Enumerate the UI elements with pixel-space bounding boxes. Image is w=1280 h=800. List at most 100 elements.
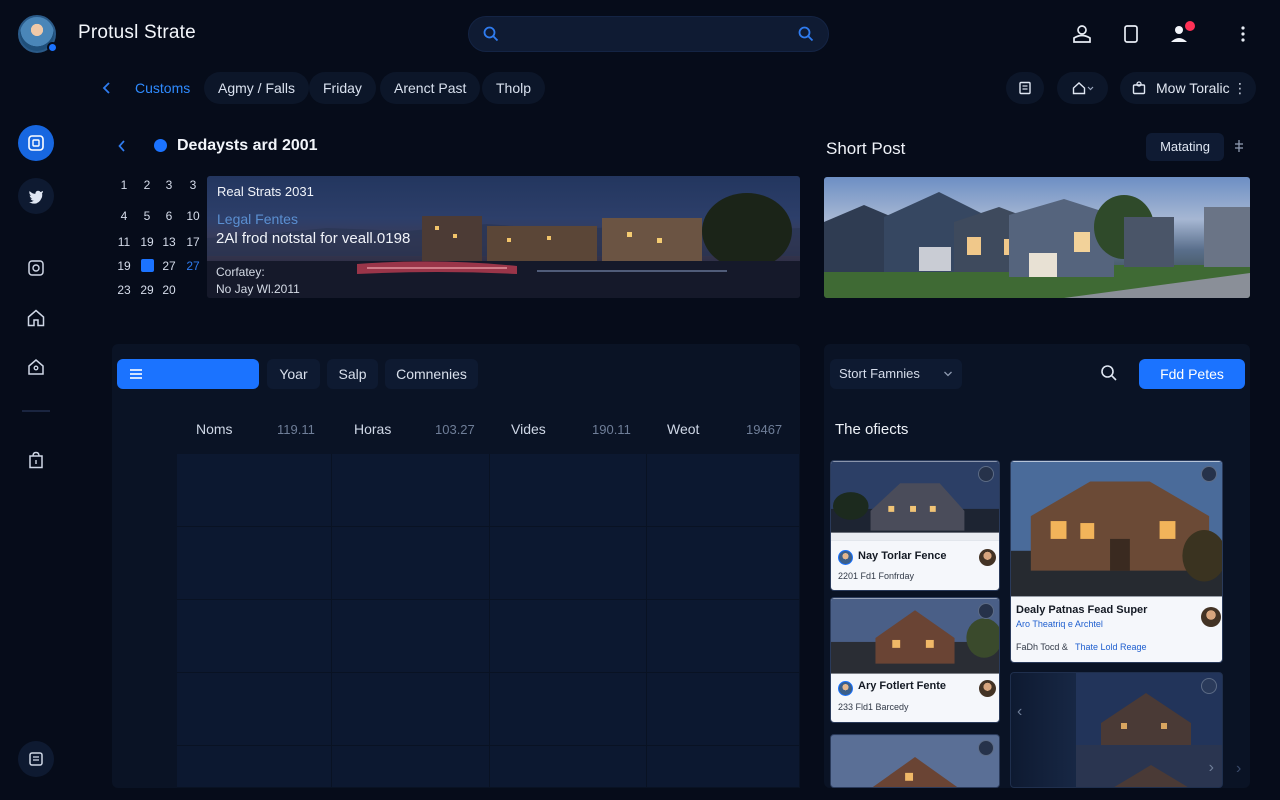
card-link[interactable]: Aro Theatriq e Archtel [1016,619,1103,629]
schedule-cell[interactable] [647,527,800,600]
chevron-down-icon [944,371,952,377]
calendar-day[interactable]: 6 [157,209,181,223]
card-link[interactable]: Thate Lold Reage [1075,642,1147,652]
matating-button[interactable]: Matating [1146,133,1224,161]
calendar-day[interactable]: 19 [135,235,159,249]
calendar-day[interactable]: 3 [181,178,205,192]
carousel-card[interactable]: ‹ › [1010,672,1223,788]
tab-agmy-falls[interactable]: Agmy / Falls [204,72,310,104]
home-dropdown-button[interactable] [1057,72,1108,104]
card-menu-icon[interactable] [978,603,994,619]
calendar-prev-icon[interactable] [116,139,128,153]
schedule-cell[interactable] [332,673,490,746]
object-card[interactable]: Ary Fotlert Fente 233 Fld1 Barcedy [830,597,1000,723]
profile-icon[interactable] [1070,22,1094,46]
calendar-day[interactable]: 4 [112,209,136,223]
app-title: Protusl Strate [78,22,196,43]
column-value: 19467 [746,422,783,437]
schedule-cell[interactable] [490,600,647,673]
card-menu-icon[interactable] [1201,466,1217,482]
menu-tab-active[interactable] [117,359,259,389]
object-card[interactable]: Dealy Patnas Fead Super Aro Theatriq e A… [1010,460,1223,663]
calendar-day[interactable]: 27 [181,259,205,273]
calendar-day[interactable]: 20 [157,283,181,297]
calendar-day[interactable]: 3 [157,178,181,192]
column-header[interactable]: Horas [354,421,391,437]
tab-arenct-past[interactable]: Arenct Past [380,72,481,104]
schedule-cell[interactable] [647,746,800,788]
schedule-cell[interactable] [647,673,800,746]
home-icon[interactable] [26,308,46,328]
column-header[interactable]: Weot [667,421,699,437]
dashboard-icon[interactable] [18,125,54,161]
tag-icon[interactable] [26,357,46,377]
tab-friday[interactable]: Friday [309,72,376,104]
schedule-cell[interactable] [647,454,800,527]
schedule-cell[interactable] [177,673,332,746]
schedule-cell[interactable] [177,454,332,527]
calendar-day[interactable]: 19 [112,259,136,273]
bag-icon[interactable] [26,450,46,470]
search-input[interactable] [509,17,789,51]
card-menu-icon[interactable] [978,466,994,482]
schedule-cell[interactable] [490,673,647,746]
schedule-cell[interactable] [647,600,800,673]
tab-tholp[interactable]: Tholp [482,72,546,104]
search-icon[interactable] [1100,364,1118,382]
card-subtitle: FaDh Tocd & [1016,642,1068,652]
archive-icon[interactable] [18,741,54,777]
card-menu-icon[interactable] [1201,678,1217,694]
list-view-button[interactable] [1006,72,1044,104]
objects-title: The ofiects [835,421,909,438]
tab-yoar[interactable]: Yoar [267,359,320,389]
calendar-day-selected[interactable] [141,259,154,272]
twitter-icon[interactable] [18,178,54,214]
schedule-cell[interactable] [490,527,647,600]
calendar-day[interactable]: 13 [157,235,181,249]
object-card[interactable]: Nay Torlar Fence 2201 Fd1 Fonfrday [830,460,1000,591]
account-switch-button[interactable]: Mow Toralic ⋮ [1120,72,1256,104]
more-dots-icon[interactable]: ⋮ [1233,72,1247,104]
schedule-cell[interactable] [332,746,490,788]
column-header[interactable]: Noms [196,421,233,437]
gallery-icon[interactable] [27,259,45,277]
calendar-day[interactable]: 10 [181,209,205,223]
schedule-cell[interactable] [332,600,490,673]
search-bar[interactable] [468,16,829,52]
calendar-day[interactable]: 23 [112,283,136,297]
card-menu-icon[interactable] [978,740,994,756]
tab-salp[interactable]: Salp [327,359,378,389]
more-vertical-icon[interactable] [1231,22,1255,46]
add-button[interactable]: Fdd Petes [1139,359,1245,389]
sort-dropdown[interactable]: Stort Famnies [830,359,962,389]
schedule-cell[interactable] [177,600,332,673]
chevron-left-icon[interactable] [100,80,114,96]
short-post-title: Short Post [826,139,906,158]
schedule-cell[interactable] [332,527,490,600]
calendar-day[interactable]: 5 [135,209,159,223]
calendar-day[interactable]: 29 [135,283,159,297]
short-post-image[interactable] [824,177,1250,298]
schedule-cell[interactable] [490,746,647,788]
filter-icon[interactable] [1232,139,1246,153]
calendar-day[interactable]: 2 [135,178,159,192]
calendar-day[interactable]: 17 [181,235,205,249]
tab-comnenies[interactable]: Comnenies [385,359,478,389]
scroll-right-icon[interactable]: › [1236,760,1241,778]
calendar-day[interactable]: 11 [112,235,136,249]
avatar [838,550,853,565]
schedule-cell[interactable] [177,746,332,788]
schedule-cell[interactable] [490,454,647,527]
carousel-next-icon[interactable]: › [1209,759,1214,777]
carousel-prev-icon[interactable]: ‹ [1017,703,1022,721]
column-header[interactable]: Vides [511,421,546,437]
calendar-day[interactable]: 27 [157,259,181,273]
schedule-cell[interactable] [332,454,490,527]
tab-customs[interactable]: Customs [121,72,204,104]
search-submit-icon[interactable] [798,26,814,42]
document-icon[interactable] [1119,22,1143,46]
schedule-cell[interactable] [177,527,332,600]
calendar-day[interactable]: 1 [112,178,136,192]
search-icon [483,26,499,42]
object-card[interactable] [830,734,1000,788]
